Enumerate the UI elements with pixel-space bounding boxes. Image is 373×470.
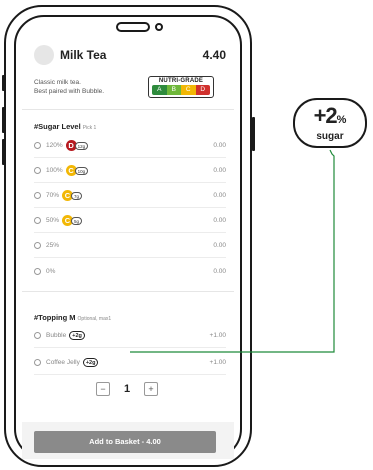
sugar-option-70[interactable]: 70% C 7g 0.00: [34, 184, 226, 208]
product-price: 4.40: [202, 48, 226, 62]
option-label: 50%: [46, 217, 60, 224]
topping-subtitle: Optional, max1: [77, 316, 112, 322]
option-label: Coffee Jelly: [46, 359, 80, 366]
app-screen: Milk Tea 4.40 Classic milk tea. Best pai…: [22, 39, 234, 459]
sugar-option-25[interactable]: 25% 0.00: [34, 234, 226, 258]
product-description-line-2: Best paired with Bubble.: [34, 87, 105, 95]
sugar-level-title: #Sugar Level: [34, 122, 81, 131]
added-sugar-callout: +2% sugar: [293, 98, 367, 148]
radio-button[interactable]: [34, 192, 41, 199]
nutri-grade-scale: A B C D: [152, 85, 210, 95]
option-label: 70%: [46, 192, 60, 199]
section-divider: [22, 109, 234, 110]
topping-title: #Topping M: [34, 313, 76, 322]
sugar-option-120[interactable]: 120% D 12g 0.00: [34, 134, 226, 158]
phone-speaker: [116, 22, 150, 32]
grade-a: A: [152, 85, 167, 95]
sugar-grams-badge: 7g: [71, 191, 83, 200]
sugar-level-heading: #Sugar Level Pick 1: [34, 122, 96, 131]
section-divider: [22, 291, 234, 292]
product-title: Milk Tea: [60, 48, 107, 62]
option-label: Bubble: [46, 332, 67, 339]
added-sugar-badge: +2g: [82, 358, 99, 367]
phone-volume-down-button: [2, 139, 5, 165]
sugar-option-0[interactable]: 0% 0.00: [34, 259, 226, 283]
quantity-stepper: − 1 +: [96, 382, 158, 396]
add-to-basket-button[interactable]: Add to Basket - 4.00: [34, 431, 216, 453]
radio-button[interactable]: [34, 217, 41, 224]
grade-c: C: [181, 85, 196, 95]
option-label: 100%: [46, 167, 63, 174]
radio-button[interactable]: [34, 267, 41, 275]
radio-button[interactable]: [34, 142, 41, 149]
product-image: [34, 45, 54, 65]
option-price: 0.00: [213, 217, 226, 224]
callout-number: +2: [313, 103, 338, 128]
grade-d: D: [195, 85, 210, 95]
callout-value: +2%: [295, 104, 365, 132]
quantity-increase-button[interactable]: +: [144, 382, 158, 396]
radio-button[interactable]: [34, 359, 41, 366]
product-description-line-1: Classic milk tea.: [34, 79, 81, 86]
phone-power-button: [252, 117, 255, 151]
option-label: 120%: [46, 142, 63, 149]
topping-heading: #Topping M Optional, max1: [34, 313, 111, 322]
option-price: 0.00: [213, 242, 226, 249]
quantity-decrease-button[interactable]: −: [96, 382, 110, 396]
sugar-grams-badge: 12g: [74, 141, 89, 150]
sugar-grams-badge: 5g: [71, 216, 83, 225]
callout-label: sugar: [316, 131, 344, 142]
radio-button[interactable]: [34, 242, 41, 249]
phone-frame: Milk Tea 4.40 Classic milk tea. Best pai…: [2, 5, 255, 467]
option-price: +1.00: [209, 359, 226, 366]
grade-b: B: [166, 85, 181, 95]
product-description: Classic milk tea. Best paired with Bubbl…: [34, 79, 104, 96]
radio-button[interactable]: [34, 332, 41, 339]
radio-button[interactable]: [34, 167, 41, 174]
phone-volume-up-button: [2, 107, 5, 133]
callout-unit: %: [336, 114, 347, 126]
nutri-grade-label: NUTRI-GRADE A B C D: [148, 76, 214, 98]
phone-side-button: [2, 75, 5, 91]
sugar-option-100[interactable]: 100% C 10g 0.00: [34, 159, 226, 183]
phone-camera: [155, 23, 163, 31]
sugar-option-50[interactable]: 50% C 5g 0.00: [34, 209, 226, 233]
topping-option-coffee-jelly[interactable]: Coffee Jelly +2g +1.00: [34, 351, 226, 375]
option-price: 0.00: [213, 142, 226, 149]
option-price: 0.00: [213, 167, 226, 174]
sugar-level-subtitle: Pick 1: [82, 125, 97, 131]
quantity-value: 1: [123, 383, 131, 395]
sugar-grams-badge: 10g: [74, 166, 89, 175]
product-header: Milk Tea 4.40: [34, 45, 226, 65]
option-label: 0%: [46, 267, 56, 275]
topping-option-bubble[interactable]: Bubble +2g +1.00: [34, 324, 226, 348]
option-price: 0.00: [213, 267, 226, 275]
nutri-grade-title: NUTRI-GRADE: [158, 78, 204, 84]
option-label: 25%: [46, 242, 60, 249]
option-price: 0.00: [213, 192, 226, 199]
added-sugar-badge: +2g: [69, 331, 85, 340]
option-price: +1.00: [209, 332, 226, 339]
